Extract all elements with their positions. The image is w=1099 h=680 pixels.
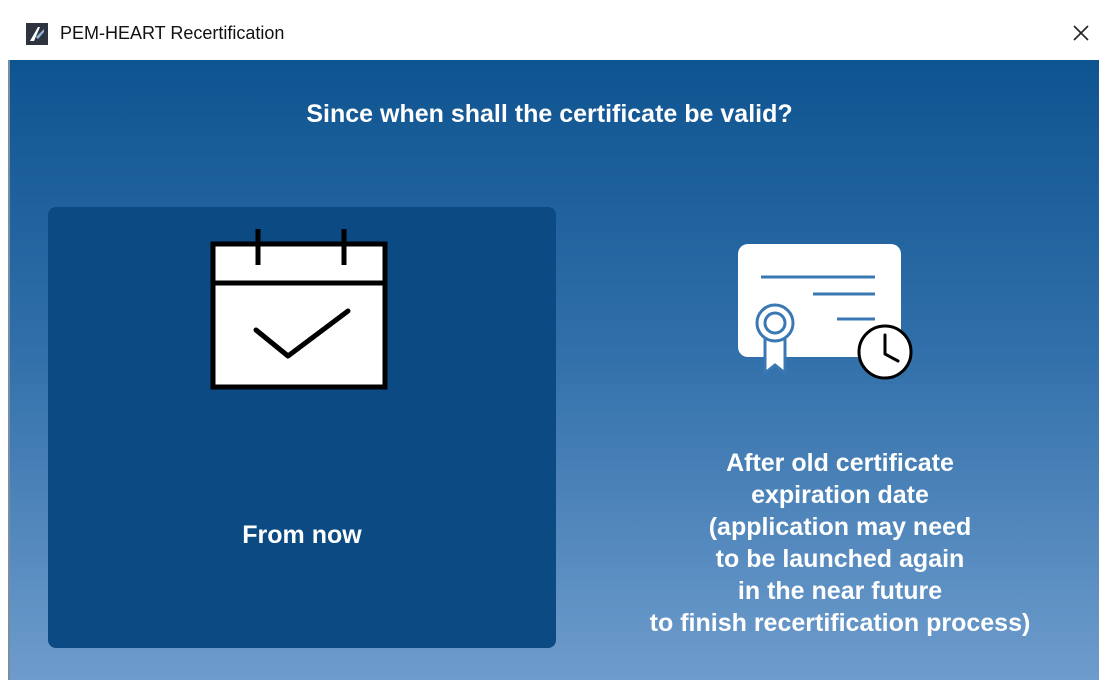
calendar-check-icon — [210, 229, 388, 390]
title-bar: PEM-HEART Recertification — [0, 0, 1099, 60]
pem-heart-app-icon — [26, 23, 48, 45]
window-title: PEM-HEART Recertification — [60, 23, 285, 43]
after-label-line-2: expiration date — [751, 481, 929, 509]
option-after-expiration-button[interactable]: After old certificate expiration date (a… — [580, 207, 1099, 648]
close-icon — [1073, 25, 1089, 41]
after-label-line-4: to be launched again — [715, 545, 965, 573]
after-label-line-6: to finish recertification process) — [649, 609, 1031, 637]
option-from-now-label: From now — [242, 521, 362, 549]
option-after-expiration-label: After old certificate expiration date (a… — [580, 447, 1099, 639]
question-heading: Since when shall the certificate be vali… — [306, 100, 793, 128]
dialog-content: Since when shall the certificate be vali… — [10, 60, 1099, 680]
after-label-line-1: After old certificate — [726, 449, 954, 477]
close-button[interactable] — [1066, 18, 1096, 48]
after-label-line-5: in the near future — [737, 577, 943, 605]
certificate-clock-icon — [738, 244, 913, 380]
option-from-now-button[interactable]: From now — [48, 207, 556, 648]
after-label-line-3: (application may need — [708, 513, 972, 541]
recertification-window: PEM-HEART Recertification Since when sha… — [0, 0, 1099, 680]
